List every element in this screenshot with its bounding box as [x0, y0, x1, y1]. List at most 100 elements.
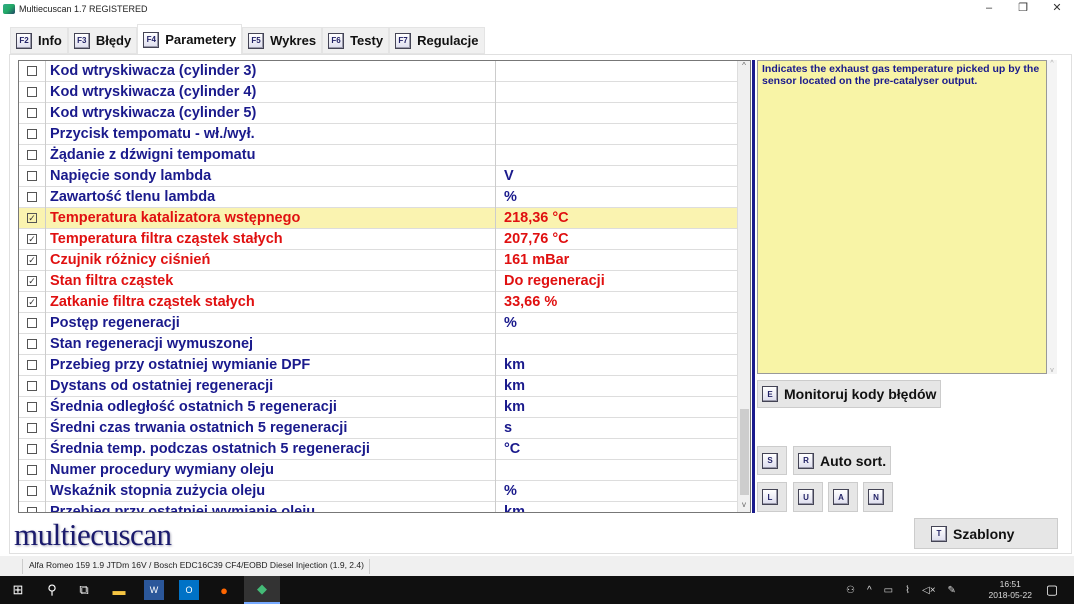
- outlook-icon[interactable]: O: [179, 580, 199, 600]
- parameter-row[interactable]: Wskaźnik stopnia zużycia oleju%: [19, 480, 738, 502]
- monitor-error-codes-button[interactable]: E Monitoruj kody błędów: [757, 380, 942, 408]
- parameter-row[interactable]: ✓ Temperatura filtra cząstek stałych 207,7…: [19, 228, 738, 250]
- parameter-row[interactable]: Postęp regeneracji%: [19, 312, 738, 334]
- parameter-row[interactable]: ✓ Czujnik różnicy ciśnień 161 mBar: [19, 249, 738, 271]
- row-checkbox[interactable]: ✓: [19, 255, 45, 265]
- network-icon[interactable]: ⌇: [905, 585, 910, 596]
- parameter-row[interactable]: Dystans od ostatniej regeneracji km: [19, 375, 738, 397]
- parameter-value: °C: [495, 438, 738, 460]
- parameter-row[interactable]: Przebieg przy ostatniej wymianie oleju km: [19, 501, 738, 512]
- tab-label: Parametery: [165, 32, 237, 47]
- row-checkbox[interactable]: ✓: [19, 213, 45, 223]
- parameter-name: Czujnik różnicy ciśnień: [45, 249, 495, 271]
- key-f3-icon: F3: [73, 32, 90, 49]
- scroll-up-icon[interactable]: ^: [738, 61, 750, 73]
- battery-icon[interactable]: ▭: [884, 585, 893, 596]
- tab-testy[interactable]: F6 Testy: [322, 27, 390, 54]
- row-checkbox[interactable]: ✓: [19, 276, 45, 286]
- row-checkbox[interactable]: [19, 339, 45, 349]
- row-checkbox[interactable]: ✓: [19, 297, 45, 307]
- parameter-row[interactable]: Napięcie sondy lambda V: [19, 165, 738, 187]
- search-icon[interactable]: ⚲: [42, 580, 62, 600]
- row-checkbox[interactable]: [19, 129, 45, 139]
- row-checkbox[interactable]: [19, 360, 45, 370]
- word-icon[interactable]: W: [144, 580, 164, 600]
- u-button[interactable]: U: [793, 482, 823, 512]
- row-checkbox[interactable]: [19, 423, 45, 433]
- parameter-name: Temperatura filtra cząstek stałych: [45, 228, 495, 250]
- parameter-row[interactable]: Przebieg przy ostatniej wymianie DPF km: [19, 354, 738, 376]
- maximize-button[interactable]: ❐: [1006, 0, 1040, 16]
- scroll-thumb[interactable]: [740, 409, 749, 495]
- panel-divider[interactable]: [752, 60, 755, 513]
- row-checkbox[interactable]: [19, 486, 45, 496]
- firefox-icon[interactable]: ●: [214, 580, 234, 600]
- row-checkbox[interactable]: [19, 381, 45, 391]
- multiecuscan-logo: multiecuscan: [14, 517, 172, 552]
- templates-button[interactable]: T Szablony: [914, 518, 1058, 549]
- tab-wykres[interactable]: F5 Wykres: [242, 27, 323, 54]
- close-button[interactable]: ✕: [1040, 0, 1074, 16]
- tab-regulacje[interactable]: F7 Regulacje: [389, 27, 485, 54]
- row-checkbox[interactable]: [19, 465, 45, 475]
- parameter-row[interactable]: Średnia odległość ostatnich 5 regeneracj…: [19, 396, 738, 418]
- list-scrollbar[interactable]: ^ v: [737, 61, 750, 512]
- parameter-value: [495, 144, 738, 166]
- row-checkbox[interactable]: [19, 318, 45, 328]
- people-icon[interactable]: ⚇: [846, 585, 855, 596]
- a-button[interactable]: A: [828, 482, 858, 512]
- windows-start-icon[interactable]: ⊞: [8, 580, 28, 600]
- scroll-down-icon[interactable]: v: [738, 500, 750, 512]
- row-checkbox[interactable]: [19, 150, 45, 160]
- parameter-name: Wskaźnik stopnia zużycia oleju: [45, 480, 495, 502]
- app-icon: [3, 4, 15, 14]
- title-bar: Multiecuscan 1.7 REGISTERED – ❐ ✕: [0, 0, 1074, 18]
- task-view-icon[interactable]: ⧉: [74, 580, 94, 600]
- parameter-row[interactable]: Żądanie z dźwigni tempomatu: [19, 144, 738, 166]
- l-button[interactable]: L: [757, 482, 787, 512]
- parameter-row[interactable]: Kod wtryskiwacza (cylinder 5): [19, 102, 738, 124]
- auto-sort-button[interactable]: R Auto sort.: [793, 446, 892, 475]
- row-checkbox[interactable]: [19, 192, 45, 202]
- parameter-row[interactable]: Numer procedury wymiany oleju: [19, 459, 738, 481]
- pen-icon[interactable]: ✎: [948, 585, 956, 596]
- row-checkbox[interactable]: [19, 402, 45, 412]
- parameter-row[interactable]: ✓ Zatkanie filtra cząstek stałych 33,66 %: [19, 291, 738, 313]
- tab-parametery[interactable]: F4 Parametery: [137, 24, 243, 54]
- row-checkbox[interactable]: [19, 66, 45, 76]
- row-checkbox[interactable]: [19, 108, 45, 118]
- description-scrollbar[interactable]: ^ v: [1047, 60, 1057, 374]
- minimize-button[interactable]: –: [972, 0, 1006, 16]
- parameter-name: Napięcie sondy lambda: [45, 165, 495, 187]
- parameter-row[interactable]: ✓ Stan filtra cząstek Do regeneracji: [19, 270, 738, 292]
- parameter-row[interactable]: Przycisk tempomatu - wł./wył.: [19, 123, 738, 145]
- file-explorer-icon[interactable]: ▬: [109, 580, 129, 600]
- clock[interactable]: 16:51 2018-05-22: [989, 579, 1032, 601]
- parameter-value: [495, 81, 738, 103]
- row-checkbox[interactable]: [19, 444, 45, 454]
- tab-info[interactable]: F2 Info: [10, 27, 68, 54]
- n-button[interactable]: N: [863, 482, 893, 512]
- parameter-row[interactable]: Średni czas trwania ostatnich 5 regenera…: [19, 417, 738, 439]
- parameter-row[interactable]: Zawartość tlenu lambda%: [19, 186, 738, 208]
- volume-muted-icon[interactable]: ◁×: [922, 585, 936, 596]
- row-checkbox[interactable]: [19, 507, 45, 512]
- parameter-row[interactable]: Średnia temp. podczas ostatnich 5 regene…: [19, 438, 738, 460]
- notifications-icon[interactable]: ▢: [1042, 580, 1062, 600]
- multiecuscan-taskbar-icon[interactable]: ◆: [244, 576, 280, 604]
- s-button[interactable]: S: [757, 446, 787, 475]
- parameter-row[interactable]: ✓ Temperatura katalizatora wstępnego 218,3…: [19, 207, 738, 229]
- parameter-name: Średnia odległość ostatnich 5 regeneracj…: [45, 396, 495, 418]
- key-f7-icon: F7: [395, 32, 412, 49]
- key-n-icon: N: [868, 489, 884, 505]
- tab-błędy[interactable]: F3 Błędy: [67, 27, 138, 54]
- parameter-row[interactable]: Kod wtryskiwacza (cylinder 3): [19, 61, 738, 82]
- parameter-value: Do regeneracji: [495, 270, 738, 292]
- parameter-name: Średni czas trwania ostatnich 5 regenera…: [45, 417, 495, 439]
- parameter-row[interactable]: Kod wtryskiwacza (cylinder 4): [19, 81, 738, 103]
- tray-chevron-icon[interactable]: ^: [867, 585, 872, 596]
- row-checkbox[interactable]: [19, 87, 45, 97]
- parameter-row[interactable]: Stan regeneracji wymuszonej: [19, 333, 738, 355]
- row-checkbox[interactable]: [19, 171, 45, 181]
- row-checkbox[interactable]: ✓: [19, 234, 45, 244]
